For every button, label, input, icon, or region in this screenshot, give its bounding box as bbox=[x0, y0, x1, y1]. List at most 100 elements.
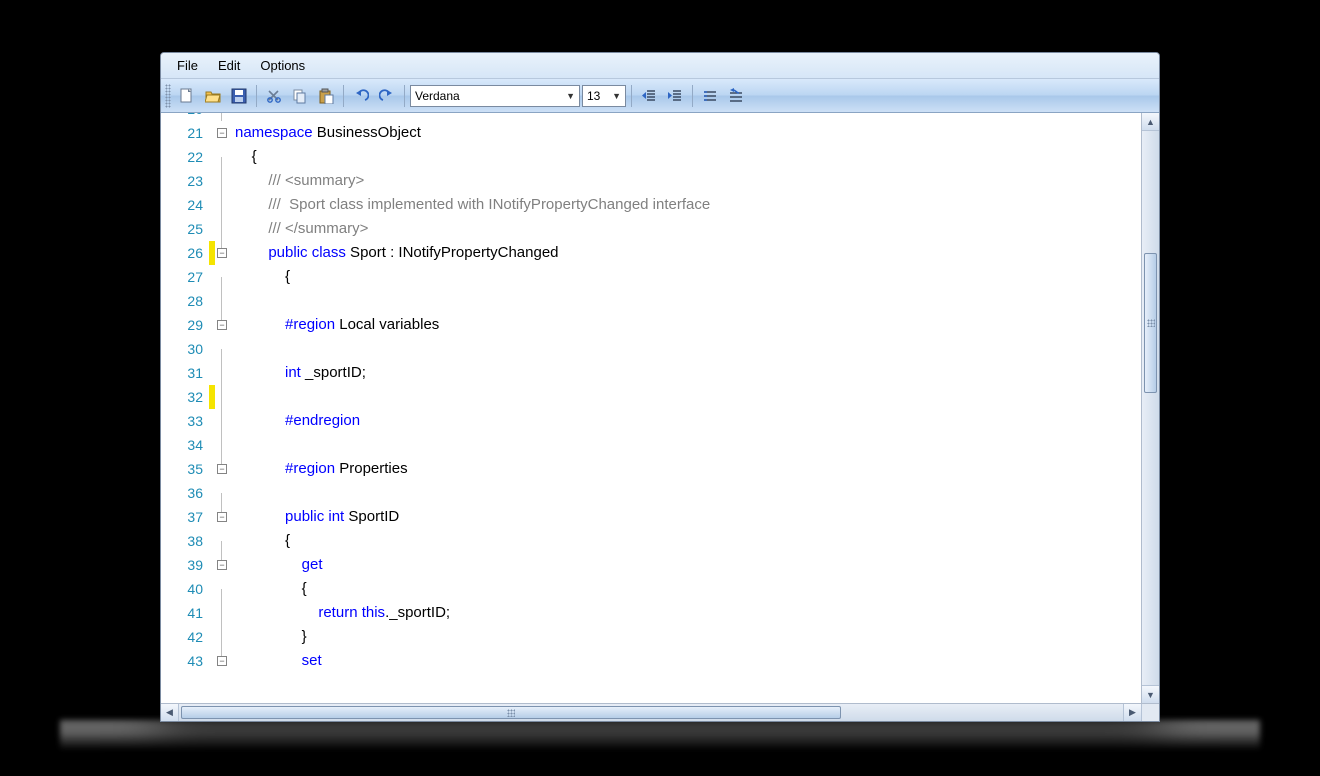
code-line: 43 − set bbox=[161, 649, 1141, 673]
line-number: 35 bbox=[161, 457, 209, 481]
code-line: 25 /// </summary> bbox=[161, 217, 1141, 241]
undo-button[interactable] bbox=[349, 84, 373, 108]
new-file-button[interactable] bbox=[175, 84, 199, 108]
toolbar-separator bbox=[343, 85, 344, 107]
paste-button[interactable] bbox=[314, 84, 338, 108]
redo-button[interactable] bbox=[375, 84, 399, 108]
line-number: 30 bbox=[161, 337, 209, 361]
menu-options[interactable]: Options bbox=[250, 56, 315, 75]
fold-toggle[interactable]: − bbox=[217, 512, 227, 522]
save-icon bbox=[231, 88, 247, 104]
toolbar: Verdana ▼ 13 ▼ bbox=[161, 79, 1159, 113]
horizontal-scroll-thumb[interactable] bbox=[181, 706, 841, 719]
code-line: 33 #endregion bbox=[161, 409, 1141, 433]
line-number: 41 bbox=[161, 601, 209, 625]
scroll-right-button[interactable]: ▶ bbox=[1123, 704, 1141, 721]
fold-toggle[interactable]: − bbox=[217, 320, 227, 330]
toolbar-separator bbox=[256, 85, 257, 107]
save-button[interactable] bbox=[227, 84, 251, 108]
line-number: 26 bbox=[161, 241, 209, 265]
line-number: 37 bbox=[161, 505, 209, 529]
line-number: 38 bbox=[161, 529, 209, 553]
line-number: 32 bbox=[161, 385, 209, 409]
line-number: 36 bbox=[161, 481, 209, 505]
line-number: 20 bbox=[161, 113, 209, 121]
code-line: 34 bbox=[161, 433, 1141, 457]
line-number: 31 bbox=[161, 361, 209, 385]
line-number: 25 bbox=[161, 217, 209, 241]
line-number: 29 bbox=[161, 313, 209, 337]
code-pane[interactable]: 20 21 − namespace BusinessObject bbox=[161, 113, 1141, 703]
code-line: 40 { bbox=[161, 577, 1141, 601]
copy-button[interactable] bbox=[288, 84, 312, 108]
toolbar-grip[interactable] bbox=[165, 84, 171, 108]
code-line: 39 − get bbox=[161, 553, 1141, 577]
code-line: 37 − public int SportID bbox=[161, 505, 1141, 529]
comment-button[interactable] bbox=[698, 84, 722, 108]
fold-toggle[interactable]: − bbox=[217, 464, 227, 474]
horizontal-scrollbar[interactable]: ◀ ▶ bbox=[161, 703, 1159, 721]
code-line: 42 } bbox=[161, 625, 1141, 649]
line-number: 21 bbox=[161, 121, 209, 145]
vertical-scrollbar[interactable]: ▲ ▼ bbox=[1141, 113, 1159, 703]
menu-file[interactable]: File bbox=[167, 56, 208, 75]
device-shadow bbox=[60, 720, 1260, 750]
fold-toggle[interactable]: − bbox=[217, 128, 227, 138]
code-line: 41 return this._sportID; bbox=[161, 601, 1141, 625]
font-name: Verdana bbox=[415, 89, 460, 103]
outdent-button[interactable] bbox=[637, 84, 661, 108]
fold-toggle[interactable]: − bbox=[217, 248, 227, 258]
open-folder-icon bbox=[205, 88, 221, 104]
toolbar-separator bbox=[692, 85, 693, 107]
line-number: 22 bbox=[161, 145, 209, 169]
redo-icon bbox=[379, 88, 395, 104]
editor-area: 20 21 − namespace BusinessObject bbox=[161, 113, 1159, 721]
code-line: 21 − namespace BusinessObject bbox=[161, 121, 1141, 145]
scissors-icon bbox=[266, 88, 282, 104]
toolbar-separator bbox=[631, 85, 632, 107]
line-number: 39 bbox=[161, 553, 209, 577]
editor-body: 20 21 − namespace BusinessObject bbox=[161, 113, 1159, 703]
vertical-scroll-thumb[interactable] bbox=[1144, 253, 1157, 393]
scrollbar-corner bbox=[1141, 704, 1159, 721]
copy-icon bbox=[292, 88, 308, 104]
outdent-icon bbox=[641, 88, 657, 104]
line-number: 40 bbox=[161, 577, 209, 601]
scroll-left-button[interactable]: ◀ bbox=[161, 704, 179, 721]
uncomment-lines-icon bbox=[728, 88, 744, 104]
cut-button[interactable] bbox=[262, 84, 286, 108]
font-dropdown[interactable]: Verdana ▼ bbox=[410, 85, 580, 107]
fold-toggle[interactable]: − bbox=[217, 656, 227, 666]
stage: File Edit Options bbox=[0, 0, 1320, 776]
chevron-down-icon: ▼ bbox=[566, 91, 575, 101]
open-file-button[interactable] bbox=[201, 84, 225, 108]
undo-icon bbox=[353, 88, 369, 104]
code-line: 27 { bbox=[161, 265, 1141, 289]
indent-button[interactable] bbox=[663, 84, 687, 108]
scroll-down-button[interactable]: ▼ bbox=[1142, 685, 1159, 703]
font-size-dropdown[interactable]: 13 ▼ bbox=[582, 85, 626, 107]
code-line: 20 bbox=[161, 113, 1141, 121]
line-number: 27 bbox=[161, 265, 209, 289]
line-number: 28 bbox=[161, 289, 209, 313]
menu-edit[interactable]: Edit bbox=[208, 56, 250, 75]
scroll-up-button[interactable]: ▲ bbox=[1142, 113, 1159, 131]
new-file-icon bbox=[179, 88, 195, 104]
code-line: 35 − #region Properties bbox=[161, 457, 1141, 481]
code-line: 30 bbox=[161, 337, 1141, 361]
line-number: 43 bbox=[161, 649, 209, 673]
indent-icon bbox=[667, 88, 683, 104]
code-line: 26 − public class Sport : INotifyPropert… bbox=[161, 241, 1141, 265]
chevron-down-icon: ▼ bbox=[612, 91, 621, 101]
code-line: 23 /// <summary> bbox=[161, 169, 1141, 193]
uncomment-button[interactable] bbox=[724, 84, 748, 108]
modification-marker bbox=[209, 385, 215, 409]
code-line: 29 − #region Local variables bbox=[161, 313, 1141, 337]
line-number: 33 bbox=[161, 409, 209, 433]
line-number: 42 bbox=[161, 625, 209, 649]
code-line: 28 bbox=[161, 289, 1141, 313]
fold-toggle[interactable]: − bbox=[217, 560, 227, 570]
editor-window: File Edit Options bbox=[160, 52, 1160, 722]
toolbar-separator bbox=[404, 85, 405, 107]
menu-bar: File Edit Options bbox=[161, 53, 1159, 79]
